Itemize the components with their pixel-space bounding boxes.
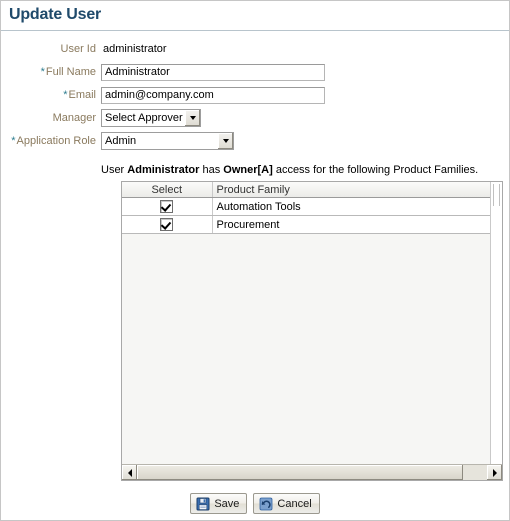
required-asterisk: * [11,135,16,147]
chevron-down-icon[interactable] [184,110,200,126]
row-checkbox[interactable] [160,200,174,213]
form-row-full-name: *Full Name [1,62,509,82]
row-checkbox[interactable] [160,218,174,231]
application-role-select[interactable]: Admin [101,132,234,150]
column-header-select: Select [122,182,213,198]
product-family-table: Select Product Family Automation Tools P… [122,182,491,234]
email-label: *Email [1,89,101,101]
undo-icon [259,497,273,511]
manager-select[interactable]: Select Approver [101,109,201,127]
cancel-button-label: Cancel [277,497,312,510]
manager-select-value: Select Approver [105,112,183,124]
access-mid: has [199,164,224,176]
form-actions: Save Cancel [1,493,509,514]
cancel-button[interactable]: Cancel [253,493,320,514]
required-asterisk: * [63,89,68,101]
row-select-cell[interactable] [122,215,213,234]
user-id-label: User Id [60,43,96,55]
full-name-label-text: Full Name [45,66,96,78]
update-user-page: Update User User Id administrator *Full … [0,0,510,521]
form-row-email: *Email [1,85,509,105]
email-input[interactable] [101,86,325,104]
user-form: User Id administrator *Full Name *Email … [1,39,509,151]
email-label-text: Email [68,89,96,101]
table-horizontal-scrollbar[interactable] [122,464,502,480]
access-suffix: access for the following Product Familie… [272,164,479,176]
manager-label: Manager [52,112,96,124]
header-divider [1,30,509,31]
table-header-row: Select Product Family [122,182,491,198]
scroll-right-icon[interactable] [487,465,502,480]
table-horizontal-scrollbar-track[interactable] [137,465,487,480]
row-product-family: Automation Tools [212,197,491,216]
form-row-application-role: *Application Role Admin [1,131,509,151]
required-asterisk: * [40,66,45,78]
scroll-left-icon[interactable] [122,465,137,480]
save-icon [196,497,210,511]
full-name-input[interactable] [101,63,325,81]
access-user-name: Administrator [127,164,200,176]
table-row[interactable]: Procurement [122,215,491,234]
table-vertical-scrollbar-track[interactable] [493,184,500,206]
application-role-select-value: Admin [105,135,137,147]
row-select-cell[interactable] [122,197,213,216]
table-horizontal-scrollbar-thumb[interactable] [137,465,463,480]
access-role: Owner[A] [223,164,273,176]
application-role-label-text: Application Role [16,135,97,147]
form-row-manager: Manager Select Approver [1,108,509,128]
product-family-table-scroll-area: Select Product Family Automation Tools P… [122,182,491,465]
access-prefix: User [101,164,128,176]
save-button[interactable]: Save [190,493,248,514]
row-product-family: Procurement [212,215,491,234]
column-header-product-family: Product Family [212,182,491,198]
product-family-table-container: Select Product Family Automation Tools P… [121,181,503,481]
form-row-user-id: User Id administrator [1,39,509,59]
chevron-down-icon[interactable] [217,133,233,149]
access-description: User Administrator has Owner[A] access f… [101,164,509,176]
page-header: Update User [1,1,509,27]
table-row[interactable]: Automation Tools [122,197,491,216]
application-role-label: *Application Role [1,135,101,147]
user-id-value: administrator [103,43,167,55]
table-vertical-scrollbar[interactable] [490,182,502,465]
save-button-label: Save [214,497,240,510]
page-title: Update User [9,6,102,23]
full-name-label: *Full Name [1,66,101,78]
